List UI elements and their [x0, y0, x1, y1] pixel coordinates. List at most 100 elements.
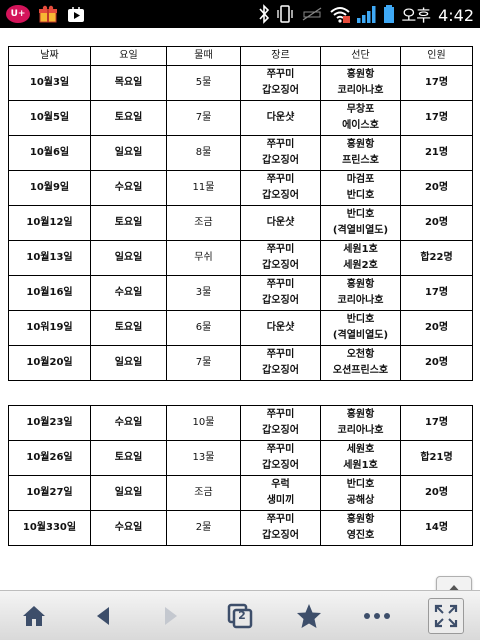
- cell-people: 14명: [400, 510, 473, 546]
- cell-fleet-line: 반디호: [346, 479, 375, 490]
- cell-genre-line: 갑오징어: [262, 190, 299, 201]
- cell-people: 합21명: [400, 440, 473, 476]
- cell-people: 17명: [400, 405, 473, 441]
- cell-fleet-line: 코리아나호: [337, 85, 384, 96]
- play-store-icon: [66, 5, 86, 23]
- system-status-icons: 오후 4:42: [258, 2, 480, 26]
- cell-fleet-line: 홍원항: [346, 409, 375, 420]
- cell-fleet-line: 반디호: [346, 314, 375, 325]
- back-button[interactable]: [73, 593, 133, 639]
- cell-fleet-line: 세원호: [346, 444, 375, 455]
- cell-date: 10월9일: [8, 170, 91, 206]
- cell-genre-line: 갑오징어: [262, 425, 299, 436]
- forward-button[interactable]: [141, 593, 201, 639]
- cell-people: 20명: [400, 170, 473, 206]
- cell-fleet-line: 홍원항: [346, 69, 375, 80]
- table-row: 10월16일 수요일 3물 쭈꾸미 갑오징어 홍원항 코리아나호 17명: [8, 275, 473, 311]
- header-day: 요일: [90, 46, 167, 66]
- cell-fleet-line: 홍원항: [346, 139, 375, 150]
- more-menu-button[interactable]: [347, 593, 407, 639]
- cell-genre-line: 우럭: [271, 479, 290, 490]
- cell-fleet: 세원1호세원2호: [320, 240, 401, 276]
- cell-genre-line: 생미끼: [266, 495, 295, 506]
- cell-fleet-line: 오천항: [346, 349, 375, 360]
- cell-genre: 쭈꾸미 갑오징어: [240, 440, 321, 476]
- bookmarks-button[interactable]: [279, 593, 339, 639]
- uplus-icon: U+: [6, 5, 30, 23]
- schedule-body-continued: 10월23일 수요일 10물 쭈꾸미 갑오징어 홍원항 코리아나호 17명 10월26일 토요일 1…: [8, 405, 473, 546]
- cell-date: 10월330일: [8, 510, 91, 546]
- cell-day: 수요일: [90, 405, 167, 441]
- cell-people: 20명: [400, 345, 473, 381]
- fullscreen-icon: [434, 604, 457, 627]
- cell-tide: 조금: [166, 205, 241, 241]
- cell-fleet-line: 반디호: [346, 209, 375, 220]
- wifi-icon: [329, 7, 350, 23]
- cell-genre-line: 쭈꾸미: [266, 69, 295, 80]
- cell-genre-line: 쭈꾸미: [266, 279, 295, 290]
- cell-fleet-line: 세원1호: [343, 244, 378, 255]
- cell-fleet: 홍원항 코리아나호: [320, 405, 401, 441]
- cell-tide: 무쉬: [166, 240, 241, 276]
- cell-genre-line: 쭈꾸미: [266, 349, 295, 360]
- star-icon: [296, 603, 321, 628]
- web-page-content[interactable]: 날짜 요일 물때 장르 선단 인원 10월3일 목요일 5물 쭈꾸미 갑오징어 홍원항 코리…: [0, 28, 480, 590]
- cell-genre: 쭈꾸미 갑오징어: [240, 65, 321, 101]
- cell-genre: 우럭생미끼: [240, 475, 321, 511]
- back-arrow-icon: [96, 606, 109, 625]
- fishing-schedule-table-continued: 10월23일 수요일 10물 쭈꾸미 갑오징어 홍원항 코리아나호 17명 10월26일 토요일 1…: [8, 405, 473, 546]
- cell-date: 10월3일: [8, 65, 91, 101]
- cell-tide: 6물: [166, 310, 241, 346]
- cell-fleet-line: 마검포: [346, 174, 375, 185]
- cell-fleet: 반디호 (격열비열도): [320, 205, 401, 241]
- home-button[interactable]: [4, 593, 64, 639]
- gift-box-icon: [38, 5, 58, 23]
- cell-day: 수요일: [90, 510, 167, 546]
- cell-fleet: 반디호 (격열비열도): [320, 310, 401, 346]
- scroll-to-top-button[interactable]: [436, 576, 472, 590]
- cell-genre: 다운샷: [240, 310, 321, 346]
- cell-tide: 3물: [166, 275, 241, 311]
- cell-genre-line: 쭈꾸미: [266, 444, 295, 455]
- fullscreen-button-wrap: [416, 593, 476, 639]
- cell-date: 10월5일: [8, 100, 91, 136]
- cell-fleet: 반디호 공해상: [320, 475, 401, 511]
- cell-fleet-line: 홍원항: [346, 514, 375, 525]
- table-row: 10월330일 수요일 2물 쭈꾸미 갑오징어 홍원항 영진호 14명: [8, 510, 473, 546]
- cell-fleet-line: 영진호: [346, 530, 375, 541]
- cell-fleet: 무창포 에이스호: [320, 100, 401, 136]
- schedule-body: 10월3일 목요일 5물 쭈꾸미 갑오징어 홍원항 코리아나호 17명 10월5일 토요일 7물 다운…: [8, 65, 473, 381]
- table-row: 10월9일 수요일 11물 쭈꾸미 갑오징어 마검포 반디호 20명: [8, 170, 473, 206]
- cell-tide: 2물: [166, 510, 241, 546]
- battery-icon: [383, 5, 394, 23]
- cell-genre-line: 갑오징어: [262, 365, 299, 376]
- tabs-button[interactable]: 2: [210, 593, 270, 639]
- header-people: 인원: [400, 46, 473, 66]
- cell-date: 10월16일: [8, 275, 91, 311]
- cell-people: 17명: [400, 65, 473, 101]
- cell-fleet-line: (격열비열도): [332, 330, 389, 341]
- cell-fleet-line: 세원2호: [343, 260, 378, 271]
- table-row: 10월13일 일요일 무쉬 쭈꾸미 갑오징어 세원1호 세원2호 합22명: [8, 240, 473, 276]
- signal-strength-icon: [356, 6, 376, 23]
- table-row: 10월26일 토요일 13물 쭈꾸미 갑오징어 세원호 세원1호 합21명: [8, 440, 473, 476]
- cell-people: 합22명: [400, 240, 473, 276]
- cell-genre: 쭈꾸미갑오징어: [240, 345, 321, 381]
- cell-fleet: 홍원항영진호: [320, 510, 401, 546]
- table-row: 10월6일 일요일 8물 쭈꾸미 갑오징어 홍원항 프린스호 21명: [8, 135, 473, 171]
- header-date: 날짜: [8, 46, 91, 66]
- clock-time: 4:42: [438, 6, 474, 25]
- cell-date: 10월12일: [8, 205, 91, 241]
- cell-fleet: 마검포 반디호: [320, 170, 401, 206]
- cell-day: 일요일: [90, 475, 167, 511]
- arrow-up-icon: [449, 585, 459, 590]
- cell-genre-line: 다운샷: [266, 217, 295, 228]
- table-row: 10월5일 토요일 7물 다운샷 무창포 에이스호 17명: [8, 100, 473, 136]
- cell-fleet-line: 프린스호: [342, 155, 379, 166]
- cell-genre: 쭈꾸미 갑오징어: [240, 275, 321, 311]
- fullscreen-button[interactable]: [427, 597, 464, 634]
- more-dots-icon: [364, 612, 391, 619]
- cell-day: 일요일: [90, 345, 167, 381]
- status-bar: U+ 오후 4:42: [0, 0, 480, 28]
- cell-fleet-line: 에이스호: [342, 120, 379, 131]
